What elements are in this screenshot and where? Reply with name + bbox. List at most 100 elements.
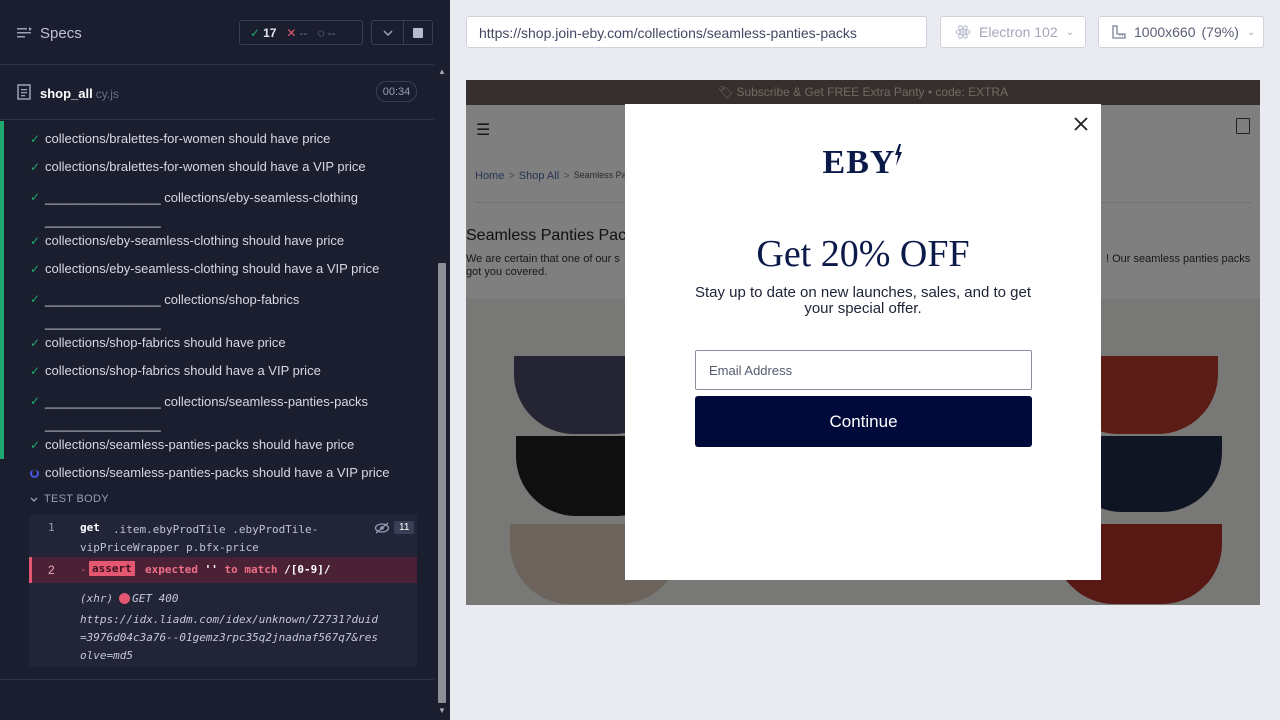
- file-extension: cy.js: [95, 87, 119, 101]
- check-icon: ✓: [30, 292, 41, 306]
- pending-stat: ◌ --: [317, 26, 335, 40]
- viewport-size: 1000x660: [1134, 24, 1196, 40]
- specs-title[interactable]: Specs: [40, 25, 82, 42]
- command-prefix: -: [80, 563, 87, 576]
- viewport-selector[interactable]: 1000x660 (79%) ⌄: [1098, 16, 1264, 48]
- close-icon[interactable]: [1071, 114, 1091, 134]
- test-title: collections/shop-fabrics should have pri…: [45, 335, 286, 350]
- check-icon: ✓: [30, 336, 41, 350]
- lightning-icon: [895, 144, 903, 166]
- file-name-text: shop_all: [40, 86, 93, 101]
- test-item[interactable]: ✓ collections/eby-seamless-clothing shoul…: [30, 260, 415, 278]
- scroll-up-arrow-icon[interactable]: ▲: [437, 67, 447, 77]
- command-number: 2: [48, 563, 55, 577]
- spec-duration-badge: 00:34: [376, 81, 417, 102]
- running-spinner-icon: [30, 464, 45, 482]
- error-dot-icon: [119, 593, 131, 604]
- element-count: 11: [394, 521, 415, 534]
- test-stats: ✓ 17 ✕ -- ◌ --: [239, 20, 363, 45]
- chevron-down-icon: ⌄: [1246, 26, 1256, 38]
- reporter-header: Specs ✓ 17 ✕ -- ◌ --: [0, 0, 434, 65]
- test-item[interactable]: ✓ collections/shop-fabrics should have pr…: [30, 334, 415, 352]
- continue-button[interactable]: Continue: [695, 396, 1032, 447]
- pending-circle-icon: ◌: [317, 25, 325, 40]
- assert-expected-text: expected: [145, 563, 198, 576]
- check-icon: ✓: [30, 394, 41, 408]
- stop-button[interactable]: [404, 20, 433, 45]
- check-icon: ✓: [250, 25, 261, 40]
- test-item[interactable]: ✓ ________________ collections/seamless-p…: [30, 390, 375, 436]
- assert-to-match-text: to match: [224, 563, 278, 576]
- assert-actual-value: '': [204, 563, 218, 576]
- test-title: collections/seamless-panties-packs shoul…: [45, 465, 390, 480]
- viewport-scale: (79%): [1201, 24, 1239, 40]
- test-item[interactable]: ✓ collections/bralettes-for-women should …: [30, 158, 415, 176]
- check-icon: ✓: [30, 190, 41, 204]
- test-item[interactable]: ✓ collections/eby-seamless-clothing shoul…: [30, 232, 415, 250]
- command-message: .item.ebyProdTile .ebyProdTile-vipPriceW…: [80, 523, 319, 554]
- xhr-status: GET 400: [132, 592, 179, 605]
- test-title: collections/shop-fabrics should have a V…: [45, 363, 321, 378]
- test-title: collections/eby-seamless-clothing should…: [45, 261, 380, 276]
- check-icon: ✓: [30, 438, 41, 452]
- app-under-test-panel: https://shop.join-eby.com/collections/se…: [450, 0, 1280, 720]
- test-item-running[interactable]: collections/seamless-panties-packs shoul…: [30, 464, 415, 482]
- scroll-down-arrow-icon[interactable]: ▼: [437, 706, 447, 716]
- check-icon: ✓: [30, 132, 41, 146]
- reporter-panel: Specs ✓ 17 ✕ -- ◌ -- shop_all cy.js 00:3…: [0, 0, 450, 720]
- aut-url-bar[interactable]: https://shop.join-eby.com/collections/se…: [466, 16, 927, 48]
- xhr-log-entry[interactable]: (xhr) GET 400 https://idx.liadm.com/idex…: [29, 587, 417, 667]
- test-item[interactable]: ✓ ________________ collections/eby-seamle…: [30, 186, 370, 232]
- xhr-type: (xhr): [80, 592, 114, 605]
- test-body-label: TEST BODY: [44, 493, 109, 505]
- xhr-url: https://idx.liadm.com/idex/unknown/72731…: [80, 613, 379, 662]
- modal-subtitle: Stay up to date on new launches, sales, …: [694, 284, 1032, 317]
- command-number: 1: [48, 521, 55, 534]
- scrollbar-thumb[interactable]: [438, 263, 446, 703]
- xhr-header: (xhr) GET 400: [80, 592, 178, 605]
- email-field[interactable]: [695, 350, 1032, 390]
- spec-file-name: shop_all cy.js: [40, 86, 119, 101]
- check-icon: ✓: [30, 160, 41, 174]
- chevron-down-icon: ⌄: [1065, 26, 1074, 38]
- collapse-all-button[interactable]: [371, 20, 404, 45]
- chevron-down-icon: [382, 29, 393, 36]
- check-icon: ✓: [30, 262, 41, 276]
- electron-icon: [955, 25, 971, 39]
- specs-list-icon[interactable]: [16, 25, 32, 41]
- test-title: collections/bralettes-for-women should h…: [45, 159, 366, 174]
- test-title: ________________ collections/eby-seamles…: [45, 190, 358, 228]
- document-icon: [17, 84, 31, 100]
- browser-selector[interactable]: Electron 102 ⌄: [940, 16, 1086, 48]
- test-list: ✓ collections/bralettes-for-women should …: [0, 121, 434, 681]
- test-title: collections/eby-seamless-clothing should…: [45, 233, 345, 248]
- eye-slash-icon: [374, 522, 390, 533]
- command-count-badge: 11: [374, 521, 415, 534]
- test-item[interactable]: ✓ collections/bralettes-for-women should …: [30, 130, 415, 148]
- chevron-down-icon: [30, 497, 38, 502]
- pending-count: --: [327, 25, 336, 40]
- assert-pattern: /[0-9]/: [284, 563, 331, 576]
- command-row[interactable]: 1 get .item.ebyProdTile .ebyProdTile-vip…: [29, 515, 417, 554]
- aut-iframe: 🏷 Subscribe & Get FREE Extra Panty • cod…: [466, 80, 1260, 605]
- discount-modal: EBY Get 20% OFF Stay up to date on new l…: [625, 104, 1101, 580]
- test-body-toggle[interactable]: TEST BODY: [30, 493, 109, 505]
- test-title: collections/seamless-panties-packs shoul…: [45, 437, 355, 452]
- command-row-failed[interactable]: 2 - assert expected '' to match /[0-9]/: [29, 557, 417, 583]
- check-icon: ✓: [30, 234, 41, 248]
- check-icon: ✓: [30, 364, 41, 378]
- test-title: ________________ collections/shop-fabric…: [45, 292, 300, 330]
- command-log: 1 get .item.ebyProdTile .ebyProdTile-vip…: [29, 515, 417, 667]
- failed-count: --: [299, 25, 308, 40]
- ruler-icon: [1112, 25, 1126, 39]
- command-message: expected '' to match /[0-9]/: [145, 563, 330, 576]
- test-title: collections/bralettes-for-women should h…: [45, 131, 331, 146]
- reporter-footer-divider: [0, 679, 434, 680]
- command-name: assert: [89, 561, 135, 576]
- stop-icon: [413, 27, 423, 38]
- spec-file-row[interactable]: shop_all cy.js 00:34: [0, 66, 434, 120]
- test-item[interactable]: ✓ collections/shop-fabrics should have a …: [30, 362, 415, 380]
- test-item[interactable]: ✓ ________________ collections/shop-fabri…: [30, 288, 320, 334]
- brand-logo: EBY: [625, 144, 1101, 182]
- test-item[interactable]: ✓ collections/seamless-panties-packs shou…: [30, 436, 415, 454]
